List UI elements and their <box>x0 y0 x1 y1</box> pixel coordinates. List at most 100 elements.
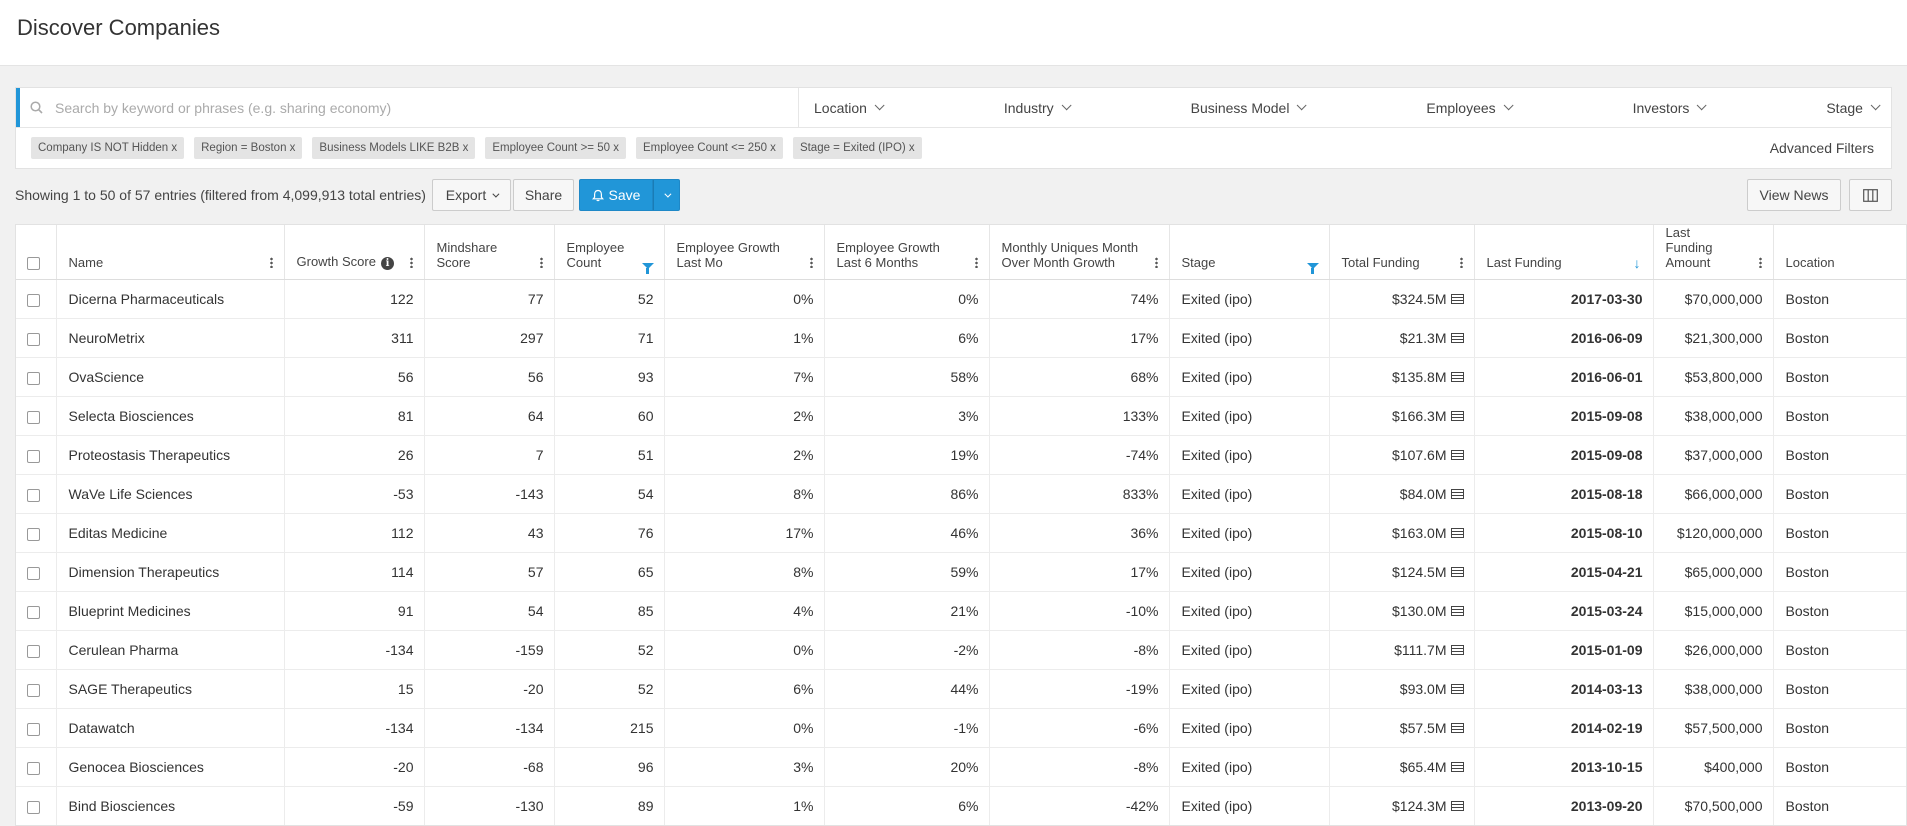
company-name-cell[interactable]: Dimension Therapeutics <box>56 552 285 592</box>
table-row[interactable]: Datawatch -134 -134 215 0% -1% -6% Exited (ipo)… <box>16 708 1906 748</box>
row-checkbox[interactable] <box>27 566 40 580</box>
table-row[interactable]: Blueprint Medicines 91 54 85 4% 21% -10% Exited… <box>16 591 1906 631</box>
row-checkbox[interactable] <box>27 683 40 697</box>
filter-chip[interactable]: Stage = Exited (IPO) x <box>792 137 922 159</box>
column-menu-icon[interactable] <box>539 257 543 268</box>
funding-details-icon[interactable] <box>1450 762 1464 773</box>
sort-descending-icon[interactable]: ↓ <box>1634 256 1641 270</box>
filter-dropdown-employees[interactable]: Employees <box>1426 100 1514 116</box>
row-checkbox[interactable] <box>27 371 40 385</box>
filter-icon[interactable] <box>641 263 654 274</box>
save-options-button[interactable] <box>653 179 680 211</box>
company-name-cell[interactable]: Cerulean Pharma <box>56 630 285 670</box>
company-name-cell[interactable]: WaVe Life Sciences <box>56 474 285 514</box>
funding-details-icon[interactable] <box>1450 645 1464 656</box>
table-row[interactable]: Dicerna Pharmaceuticals 122 77 52 0% 0% 74% Exi… <box>16 279 1906 319</box>
column-header[interactable]: Employee Count <box>554 225 665 280</box>
column-header[interactable]: Stage <box>1169 225 1330 280</box>
funding-details-icon[interactable] <box>1450 528 1464 539</box>
row-checkbox[interactable] <box>27 449 40 463</box>
filter-chip[interactable]: Employee Count <= 250 x <box>635 137 783 159</box>
funding-details-icon[interactable] <box>1450 450 1464 461</box>
column-menu-icon[interactable] <box>269 257 273 268</box>
funding-details-icon[interactable] <box>1450 333 1464 344</box>
column-header[interactable]: Total Funding <box>1329 225 1475 280</box>
company-name-cell[interactable]: Editas Medicine <box>56 513 285 553</box>
row-checkbox[interactable] <box>27 761 40 775</box>
column-header[interactable]: Mindshare Score <box>424 225 555 280</box>
select-all-header[interactable] <box>16 225 57 280</box>
column-menu-icon[interactable] <box>974 257 978 268</box>
column-header[interactable]: Employee Growth Last 6 Months <box>824 225 990 280</box>
funding-details-icon[interactable] <box>1450 567 1464 578</box>
select-all-checkbox[interactable] <box>27 257 40 270</box>
table-row[interactable]: Selecta Biosciences 81 64 60 2% 3% 133% Exited … <box>16 396 1906 436</box>
funding-details-icon[interactable] <box>1450 723 1464 734</box>
row-checkbox[interactable] <box>27 410 40 424</box>
column-menu-icon[interactable] <box>1154 257 1158 268</box>
company-name-cell[interactable]: Bind Biosciences <box>56 786 285 825</box>
column-header[interactable]: Location <box>1773 225 1906 280</box>
table-row[interactable]: Dimension Therapeutics 114 57 65 8% 59% 17% Exi… <box>16 552 1906 592</box>
table-row[interactable]: OvaScience 56 56 93 7% 58% 68% Exited (ipo) $135… <box>16 357 1906 397</box>
filter-dropdown-stage[interactable]: Stage <box>1826 100 1881 116</box>
filter-dropdown-investors[interactable]: Investors <box>1633 100 1707 116</box>
company-name-cell[interactable]: SAGE Therapeutics <box>56 669 285 709</box>
row-checkbox[interactable] <box>27 800 40 814</box>
table-row[interactable]: Editas Medicine 112 43 76 17% 46% 36% Exited (i… <box>16 513 1906 553</box>
funding-details-icon[interactable] <box>1450 411 1464 422</box>
company-name-cell[interactable]: NeuroMetrix <box>56 318 285 358</box>
view-news-button[interactable]: View News <box>1747 179 1841 211</box>
column-menu-icon[interactable] <box>1758 257 1762 268</box>
column-menu-icon[interactable] <box>1459 257 1463 268</box>
column-header[interactable]: Monthly Uniques Month Over Month Growth <box>989 225 1170 280</box>
row-checkbox[interactable] <box>27 527 40 541</box>
table-row[interactable]: WaVe Life Sciences -53 -143 54 8% 86% 833% Exit… <box>16 474 1906 514</box>
company-name-cell[interactable]: Selecta Biosciences <box>56 396 285 436</box>
export-button[interactable]: Export <box>432 179 511 211</box>
column-settings-button[interactable] <box>1849 179 1892 211</box>
advanced-filters-link[interactable]: Advanced Filters <box>1770 140 1874 156</box>
funding-details-icon[interactable] <box>1450 372 1464 383</box>
filter-dropdown-location[interactable]: Location <box>814 100 885 116</box>
table-row[interactable]: Genocea Biosciences -20 -68 96 3% 20% -8% Exite… <box>16 747 1906 787</box>
filter-chip[interactable]: Business Models LIKE B2B x <box>312 137 476 159</box>
company-name-cell[interactable]: Blueprint Medicines <box>56 591 285 631</box>
search-input[interactable] <box>53 98 753 117</box>
save-button[interactable]: Save <box>579 179 653 211</box>
company-name-cell[interactable]: Proteostasis Therapeutics <box>56 435 285 475</box>
row-checkbox[interactable] <box>27 332 40 346</box>
company-name-cell[interactable]: Dicerna Pharmaceuticals <box>56 279 285 319</box>
row-checkbox[interactable] <box>27 605 40 619</box>
row-checkbox[interactable] <box>27 488 40 502</box>
column-header[interactable]: Last Funding ↓ <box>1474 225 1654 280</box>
filter-chip[interactable]: Region = Boston x <box>194 137 303 159</box>
funding-details-icon[interactable] <box>1450 684 1464 695</box>
filter-chip[interactable]: Company IS NOT Hidden x <box>31 137 185 159</box>
info-icon[interactable]: i <box>380 257 394 270</box>
company-name-cell[interactable]: Datawatch <box>56 708 285 748</box>
filter-dropdown-business-model[interactable]: Business Model <box>1191 100 1308 116</box>
column-menu-icon[interactable] <box>409 257 413 268</box>
funding-details-icon[interactable] <box>1450 606 1464 617</box>
row-checkbox[interactable] <box>27 644 40 658</box>
table-row[interactable]: NeuroMetrix 311 297 71 1% 6% 17% Exited (ipo) $2… <box>16 318 1906 358</box>
filter-dropdown-industry[interactable]: Industry <box>1004 100 1072 116</box>
funding-details-icon[interactable] <box>1450 294 1464 305</box>
column-header[interactable]: Name <box>56 225 285 280</box>
table-row[interactable]: SAGE Therapeutics 15 -20 52 6% 44% -19% Exited … <box>16 669 1906 709</box>
company-name-cell[interactable]: Genocea Biosciences <box>56 747 285 787</box>
funding-details-icon[interactable] <box>1450 489 1464 500</box>
funding-details-icon[interactable] <box>1450 801 1464 812</box>
row-checkbox[interactable] <box>27 722 40 736</box>
search-box[interactable] <box>16 88 799 127</box>
column-header[interactable]: Last Funding Amount <box>1653 225 1774 280</box>
filter-icon[interactable] <box>1306 263 1319 274</box>
share-button[interactable]: Share <box>513 179 574 211</box>
company-name-cell[interactable]: OvaScience <box>56 357 285 397</box>
row-checkbox[interactable] <box>27 293 40 307</box>
column-header[interactable]: Employee Growth Last Mo <box>664 225 825 280</box>
table-row[interactable]: Cerulean Pharma -134 -159 52 0% -2% -8% Exited … <box>16 630 1906 670</box>
filter-chip[interactable]: Employee Count >= 50 x <box>485 137 626 159</box>
column-header[interactable]: Growth Score i <box>284 225 425 280</box>
